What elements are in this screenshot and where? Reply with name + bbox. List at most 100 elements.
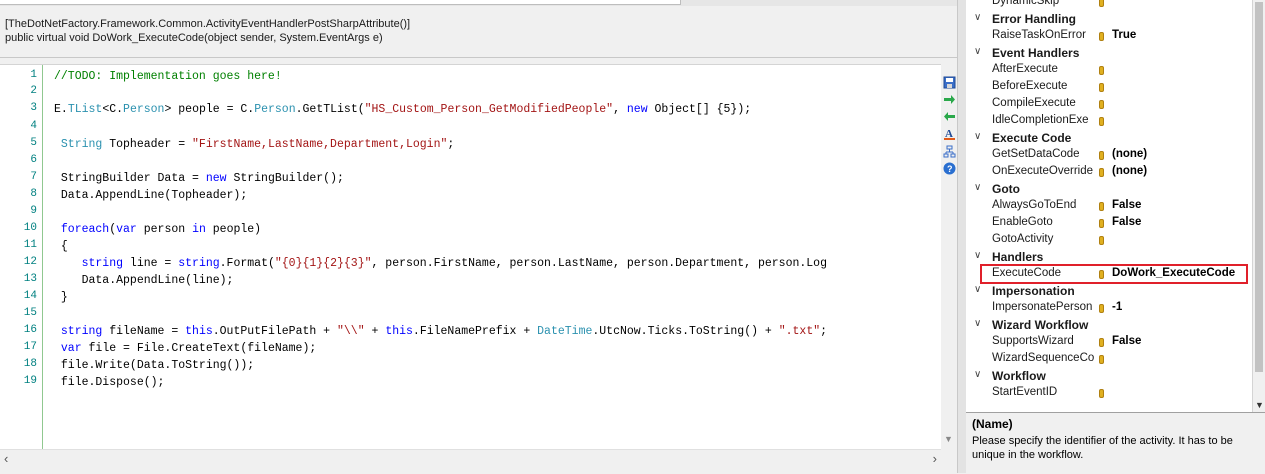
code-token: Data.AppendLine(Topheader); (54, 189, 248, 202)
code-line[interactable]: Data.AppendLine(line); (54, 273, 234, 289)
category-row[interactable]: ∨ Error Handling (966, 11, 1252, 28)
scrollbar-thumb[interactable] (1255, 2, 1263, 372)
category-row[interactable]: ∨ Handlers (966, 249, 1252, 266)
category-row[interactable]: ∨ Impersonation (966, 283, 1252, 300)
document-tab-strip (0, 0, 957, 6)
code-token: string (54, 257, 124, 270)
property-value[interactable]: True (1112, 29, 1136, 41)
scroll-right-arrow-icon[interactable]: › (933, 451, 937, 466)
line-number: 16 (23, 324, 37, 336)
code-line[interactable]: foreach(var person in people) (54, 222, 261, 238)
code-line[interactable]: var file = File.CreateText(fileName); (54, 341, 316, 357)
chevron-down-icon[interactable]: ∨ (974, 182, 981, 193)
editor-horizontal-scrollbar[interactable]: ‹ › (0, 449, 941, 467)
category-row[interactable]: ∨ Workflow (966, 368, 1252, 385)
property-row[interactable]: ImpersonatePerson -1 (966, 300, 1252, 317)
property-name: WizardSequenceCo (992, 352, 1095, 364)
property-row[interactable]: OnExecuteOverride (none) (966, 164, 1252, 181)
property-value[interactable]: -1 (1112, 301, 1122, 313)
property-row[interactable]: CompileExecute (966, 96, 1252, 113)
property-value[interactable]: (none) (1112, 148, 1147, 160)
chevron-down-icon[interactable]: ∨ (974, 46, 981, 57)
attribute-line: [TheDotNetFactory.Framework.Common.Activ… (5, 18, 411, 30)
chevron-down-icon[interactable]: ∨ (974, 12, 981, 23)
category-label: Goto (992, 182, 1020, 196)
property-row[interactable]: GotoActivity (966, 232, 1252, 249)
line-number: 11 (23, 239, 37, 251)
line-number: 13 (23, 273, 37, 285)
property-name: GotoActivity (992, 233, 1054, 245)
code-token: StringBuilder(); (226, 172, 344, 185)
property-lock-icon (1099, 168, 1104, 177)
category-row[interactable]: ∨ Event Handlers (966, 45, 1252, 62)
scroll-left-arrow-icon[interactable]: ‹ (4, 451, 8, 466)
save-icon[interactable] (943, 76, 956, 89)
property-row[interactable]: AfterExecute (966, 62, 1252, 79)
code-line[interactable]: //TODO: Implementation goes here! (54, 69, 282, 85)
category-label: Workflow (992, 369, 1046, 383)
code-token: "\\" (336, 325, 365, 338)
property-row[interactable]: SupportsWizard False (966, 334, 1252, 351)
property-lock-icon (1099, 202, 1104, 211)
code-line[interactable]: string fileName = this.OutPutFilePath + … (54, 324, 827, 340)
code-line[interactable]: String Topheader = "FirstName,LastName,D… (54, 137, 454, 153)
font-icon[interactable]: A (943, 127, 956, 140)
code-line[interactable]: } (54, 290, 68, 306)
category-row[interactable]: ∨ Execute Code (966, 130, 1252, 147)
hierarchy-icon[interactable] (943, 145, 956, 158)
category-label: Error Handling (992, 12, 1077, 26)
property-row[interactable]: WizardSequenceCo (966, 351, 1252, 368)
chevron-down-icon[interactable]: ∨ (974, 318, 981, 329)
code-line[interactable]: { (54, 239, 68, 255)
property-row[interactable]: DynamicSkip (966, 0, 1252, 11)
property-value[interactable]: False (1112, 335, 1141, 347)
scroll-down-arrow-icon[interactable]: ▼ (944, 434, 953, 444)
category-row[interactable]: ∨ Wizard Workflow (966, 317, 1252, 334)
chevron-down-icon[interactable]: ∨ (974, 250, 981, 261)
go-back-icon[interactable] (943, 110, 956, 123)
property-value[interactable]: (none) (1112, 165, 1147, 177)
property-name: ExecuteCode (992, 267, 1062, 279)
code-token: , person.FirstName, person.LastName, per… (371, 257, 827, 270)
property-row[interactable]: ExecuteCode DoWork_ExecuteCode (966, 266, 1252, 283)
code-token: TList (67, 103, 103, 116)
property-row[interactable]: GetSetDataCode (none) (966, 147, 1252, 164)
scroll-down-arrow-icon[interactable]: ▼ (1255, 400, 1264, 410)
property-row[interactable]: StartEventID (966, 385, 1252, 402)
property-name: EnableGoto (992, 216, 1053, 228)
line-number: 7 (30, 171, 37, 183)
code-token: String (54, 138, 103, 151)
document-tab[interactable] (0, 0, 681, 5)
code-text-area[interactable]: //TODO: Implementation goes here! E.TList… (46, 65, 941, 449)
property-value[interactable]: False (1112, 199, 1141, 211)
chevron-down-icon[interactable]: ∨ (974, 284, 981, 295)
code-line[interactable]: file.Dispose(); (54, 375, 165, 391)
property-row[interactable]: RaiseTaskOnError True (966, 28, 1252, 45)
code-line[interactable]: string line = string.Format("{0}{1}{2}{3… (54, 256, 827, 272)
category-row[interactable]: ∨ Goto (966, 181, 1252, 198)
property-value[interactable]: DoWork_ExecuteCode (1112, 267, 1235, 279)
code-token: , (613, 103, 627, 116)
property-value[interactable]: False (1112, 216, 1141, 228)
code-line[interactable]: E.TList<C.Person> people = C.Person.GetT… (54, 102, 751, 118)
property-row[interactable]: EnableGoto False (966, 215, 1252, 232)
code-token: new (626, 103, 648, 116)
code-line[interactable]: file.Write(Data.ToString()); (54, 358, 254, 374)
chevron-down-icon[interactable]: ∨ (974, 131, 981, 142)
line-number: 6 (30, 154, 37, 166)
pane-splitter[interactable] (957, 0, 966, 473)
code-line[interactable]: Data.AppendLine(Topheader); (54, 188, 247, 204)
property-grid-scrollbar[interactable]: ▼ (1252, 0, 1265, 412)
property-row[interactable]: IdleCompletionExe (966, 113, 1252, 130)
code-token: <C. (102, 103, 124, 116)
property-row[interactable]: AlwaysGoToEnd False (966, 198, 1252, 215)
chevron-down-icon[interactable]: ∨ (974, 369, 981, 380)
code-line[interactable]: StringBuilder Data = new StringBuilder()… (54, 171, 344, 187)
description-title: (Name) (972, 417, 1013, 431)
go-forward-icon[interactable] (943, 93, 956, 106)
property-grid: DynamicSkip ∨ Error Handling RaiseTaskOnErr… (966, 0, 1252, 412)
code-editor[interactable]: 1 2 3 4 5 6 7 8 9 10 11 12 13 14 15 16 17 18 19 //TODO: Im… (0, 64, 941, 449)
code-token: person (136, 223, 193, 236)
help-icon[interactable]: ? (943, 162, 956, 175)
property-row[interactable]: BeforeExecute (966, 79, 1252, 96)
